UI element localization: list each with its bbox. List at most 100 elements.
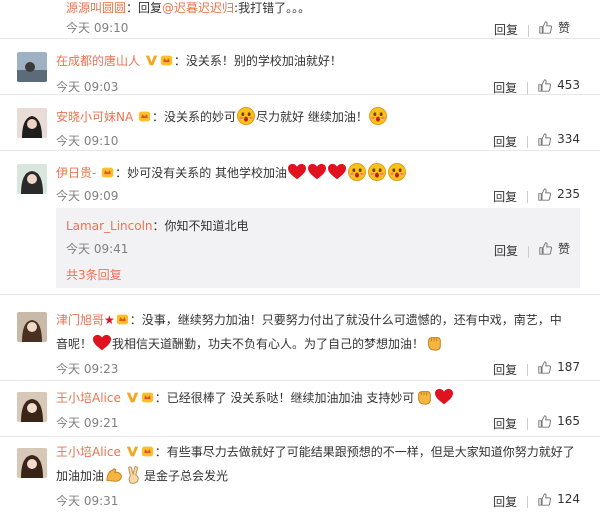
crown-badge-icon bbox=[141, 445, 154, 458]
comment-text: 没关系！别的学校加油就好！ bbox=[185, 54, 342, 68]
comment-actions: 回复 165 bbox=[493, 414, 580, 432]
heart-icon bbox=[328, 163, 346, 181]
divider bbox=[527, 191, 529, 203]
avatar[interactable] bbox=[17, 52, 47, 82]
comment-item: 安晓小可妹NA ：没关系的妙可 尽力就好 继续加油！ 今天 09:10 回复 334 bbox=[0, 94, 600, 151]
comment-time: 今天 09:09 bbox=[56, 189, 119, 203]
comment-time: 今天 09:31 bbox=[56, 494, 119, 508]
comment-text: 加油加油 bbox=[56, 469, 105, 483]
like-button[interactable]: 235 bbox=[538, 187, 580, 201]
heart-icon bbox=[435, 388, 453, 406]
comment-text: 尽力就好 继续加油！ bbox=[256, 110, 368, 124]
divider bbox=[527, 24, 529, 37]
divider bbox=[527, 496, 529, 508]
comment-actions: 回复 124 bbox=[493, 492, 580, 510]
reply-button[interactable]: 回复 bbox=[493, 415, 517, 432]
comment-meta: 今天 09:10 回复 334 bbox=[56, 132, 580, 150]
thumbs-up-icon bbox=[538, 493, 551, 506]
vip-badge-icon bbox=[126, 445, 139, 458]
like-count: 235 bbox=[557, 187, 580, 201]
comment-meta: 今天 09:09 回复 235 bbox=[56, 187, 580, 205]
view-more-replies-link[interactable]: 共3条回复 bbox=[66, 266, 122, 283]
reply-button[interactable]: 回复 bbox=[493, 133, 517, 150]
avatar[interactable] bbox=[17, 448, 47, 478]
comment-text: 有些事尽力去做就好了可能结果跟预想的不一样，但是大家知道你努力就好了 bbox=[166, 445, 575, 459]
blush-face-icon bbox=[237, 107, 255, 125]
comment-body: 津门旭哥★ ：没事，继续努力加油！只要努力付出了就没什么可遗憾的，还有中戏，南艺，… bbox=[56, 313, 562, 351]
thumbs-up-icon bbox=[538, 361, 551, 374]
comment-body: 源源叫圆圆：回复@迟暮迟迟归:我打错了。。。 bbox=[66, 0, 580, 18]
comment-text: 是金子总会发光 bbox=[144, 469, 229, 483]
comment-item: 津门旭哥★ ：没事，继续努力加油！只要努力付出了就没什么可遗憾的，还有中戏，南艺，… bbox=[0, 300, 600, 381]
blush-face-icon bbox=[348, 163, 366, 181]
reply-button[interactable]: 回复 bbox=[493, 493, 517, 510]
comment-username[interactable]: 王小培Alice bbox=[56, 445, 121, 459]
like-button[interactable]: 赞 bbox=[539, 240, 570, 257]
muscle-icon bbox=[105, 466, 123, 484]
avatar[interactable] bbox=[17, 392, 47, 422]
comment-body: 伊日贵- ：妙可没有关系的 其他学校加油 bbox=[56, 163, 580, 183]
divider bbox=[527, 364, 529, 376]
thumbs-up-icon bbox=[539, 21, 552, 34]
comment-actions: 回复 赞 bbox=[494, 19, 570, 38]
crown-badge-icon bbox=[138, 110, 151, 123]
reply-button[interactable]: 回复 bbox=[493, 79, 517, 96]
blush-face-icon bbox=[369, 107, 387, 125]
comment-meta: 今天 09:23 回复 187 bbox=[56, 360, 580, 378]
like-count: 453 bbox=[557, 78, 580, 92]
comment-text: 妙可没有关系的 其他学校加油 bbox=[127, 166, 288, 180]
avatar[interactable] bbox=[17, 108, 47, 138]
reply-username[interactable]: Lamar_Lincoln bbox=[66, 219, 153, 233]
comment-item: 伊日贵- ：妙可没有关系的 其他学校加油 今天 09:09 回复 235 Lama… bbox=[0, 150, 600, 295]
mention-link[interactable]: @迟暮迟迟归 bbox=[162, 1, 234, 15]
star-badge-icon: ★ bbox=[104, 313, 115, 327]
comment-actions: 回复 235 bbox=[493, 187, 580, 205]
like-label: 赞 bbox=[557, 242, 570, 256]
like-button[interactable]: 453 bbox=[538, 78, 580, 92]
reply-text: 你知不知道北电 bbox=[164, 219, 249, 233]
avatar[interactable] bbox=[17, 164, 47, 194]
comment-body: 安晓小可妹NA ：没关系的妙可 尽力就好 继续加油！ bbox=[56, 107, 580, 127]
like-button[interactable]: 124 bbox=[538, 492, 580, 506]
like-button[interactable]: 334 bbox=[538, 132, 580, 146]
comment-username[interactable]: 在成都的唐山人 bbox=[56, 54, 140, 68]
comment-username[interactable]: 源源叫圆圆 bbox=[66, 1, 126, 15]
reply-button[interactable]: 回复 bbox=[493, 188, 517, 205]
divider bbox=[527, 136, 529, 148]
divider bbox=[527, 418, 529, 430]
like-count: 124 bbox=[557, 492, 580, 506]
like-button[interactable]: 赞 bbox=[539, 19, 570, 36]
vip-badge-icon bbox=[145, 54, 158, 67]
reply-prefix: ：回复 bbox=[126, 1, 163, 15]
like-count: 334 bbox=[557, 132, 580, 146]
reply-button[interactable]: 回复 bbox=[494, 21, 518, 38]
crown-badge-icon bbox=[160, 54, 173, 67]
comment-username[interactable]: 津门旭哥 bbox=[56, 313, 104, 327]
comment-username[interactable]: 伊日贵- bbox=[56, 166, 96, 180]
thumbs-up-icon bbox=[538, 133, 551, 146]
reply-button[interactable]: 回复 bbox=[494, 242, 518, 259]
comment-actions: 回复 187 bbox=[493, 360, 580, 378]
like-count: 165 bbox=[557, 414, 580, 428]
fist-icon bbox=[415, 388, 433, 406]
reply-button[interactable]: 回复 bbox=[493, 361, 517, 378]
divider bbox=[527, 82, 529, 94]
avatar[interactable] bbox=[17, 312, 47, 342]
like-button[interactable]: 187 bbox=[538, 360, 580, 374]
reply-time: 今天 09:41 bbox=[66, 242, 129, 256]
like-button[interactable]: 165 bbox=[538, 414, 580, 428]
comment-username[interactable]: 王小培Alice bbox=[56, 391, 121, 405]
comment-username[interactable]: 安晓小可妹NA bbox=[56, 110, 133, 124]
comment-meta: 今天 09:31 回复 124 bbox=[56, 492, 580, 510]
reply-list: Lamar_Lincoln：你知不知道北电 今天 09:41 回复 赞 共3条回复 bbox=[56, 208, 580, 288]
heart-icon bbox=[288, 163, 306, 181]
thumbs-up-icon bbox=[539, 242, 552, 255]
comment-body: 王小培Alice ：有些事尽力去做就好了可能结果跟预想的不一样，但是大家知道你努… bbox=[56, 445, 575, 484]
comment-feed: 源源叫圆圆：回复@迟暮迟迟归:我打错了。。。 今天 09:10 回复赞 在成都的… bbox=[0, 0, 600, 518]
comment-text: 音呢！ bbox=[56, 337, 93, 351]
comment-time: 今天 09:21 bbox=[56, 416, 119, 430]
reply-body: Lamar_Lincoln：你知不知道北电 bbox=[66, 219, 249, 233]
crown-badge-icon bbox=[101, 166, 114, 179]
like-label: 赞 bbox=[557, 21, 570, 35]
thumbs-up-icon bbox=[538, 79, 551, 92]
